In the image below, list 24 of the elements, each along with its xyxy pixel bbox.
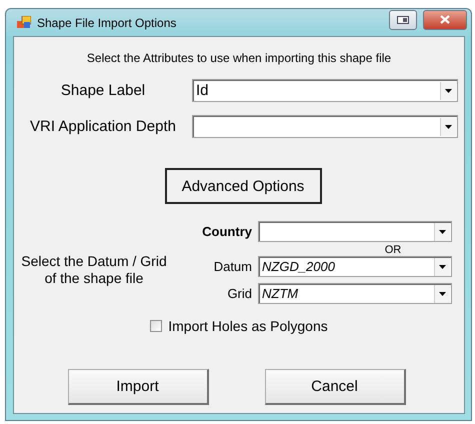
close-button[interactable] — [423, 10, 467, 30]
dialog-button[interactable]: Cancel — [264, 369, 406, 405]
grid-label: Grid — [226, 286, 253, 301]
checkbox-label[interactable]: Import Holes as Polygons — [168, 318, 328, 334]
country-label: Country — [201, 224, 253, 239]
app-icon — [17, 16, 31, 29]
dropdown-field[interactable] — [192, 115, 458, 138]
dropdown-field[interactable] — [258, 221, 452, 242]
dropdown-field[interactable]: Id — [192, 79, 458, 102]
dropdown-field[interactable]: NZTM — [258, 283, 452, 304]
advanced-options-button[interactable]: Advanced Options — [164, 168, 322, 204]
dropdown-field[interactable]: NZGD_2000 — [258, 256, 452, 277]
or-separator: OR — [384, 244, 402, 256]
checkbox[interactable] — [150, 320, 162, 332]
field-label: Shape Label — [60, 82, 146, 99]
window-title: Shape File Import Options — [37, 16, 178, 30]
close-icon — [440, 15, 450, 24]
restore-icon — [397, 16, 409, 24]
datum-grid-label: Select the Datum / Grid of the shape file — [20, 252, 168, 286]
instruction-text: Select the Attributes to use when importing this shape file — [86, 51, 392, 65]
restore-button[interactable] — [389, 10, 417, 30]
field-label: VRI Application Depth — [29, 118, 177, 135]
datum-label: Datum — [212, 259, 253, 274]
dialog-button[interactable]: Import — [68, 369, 208, 405]
